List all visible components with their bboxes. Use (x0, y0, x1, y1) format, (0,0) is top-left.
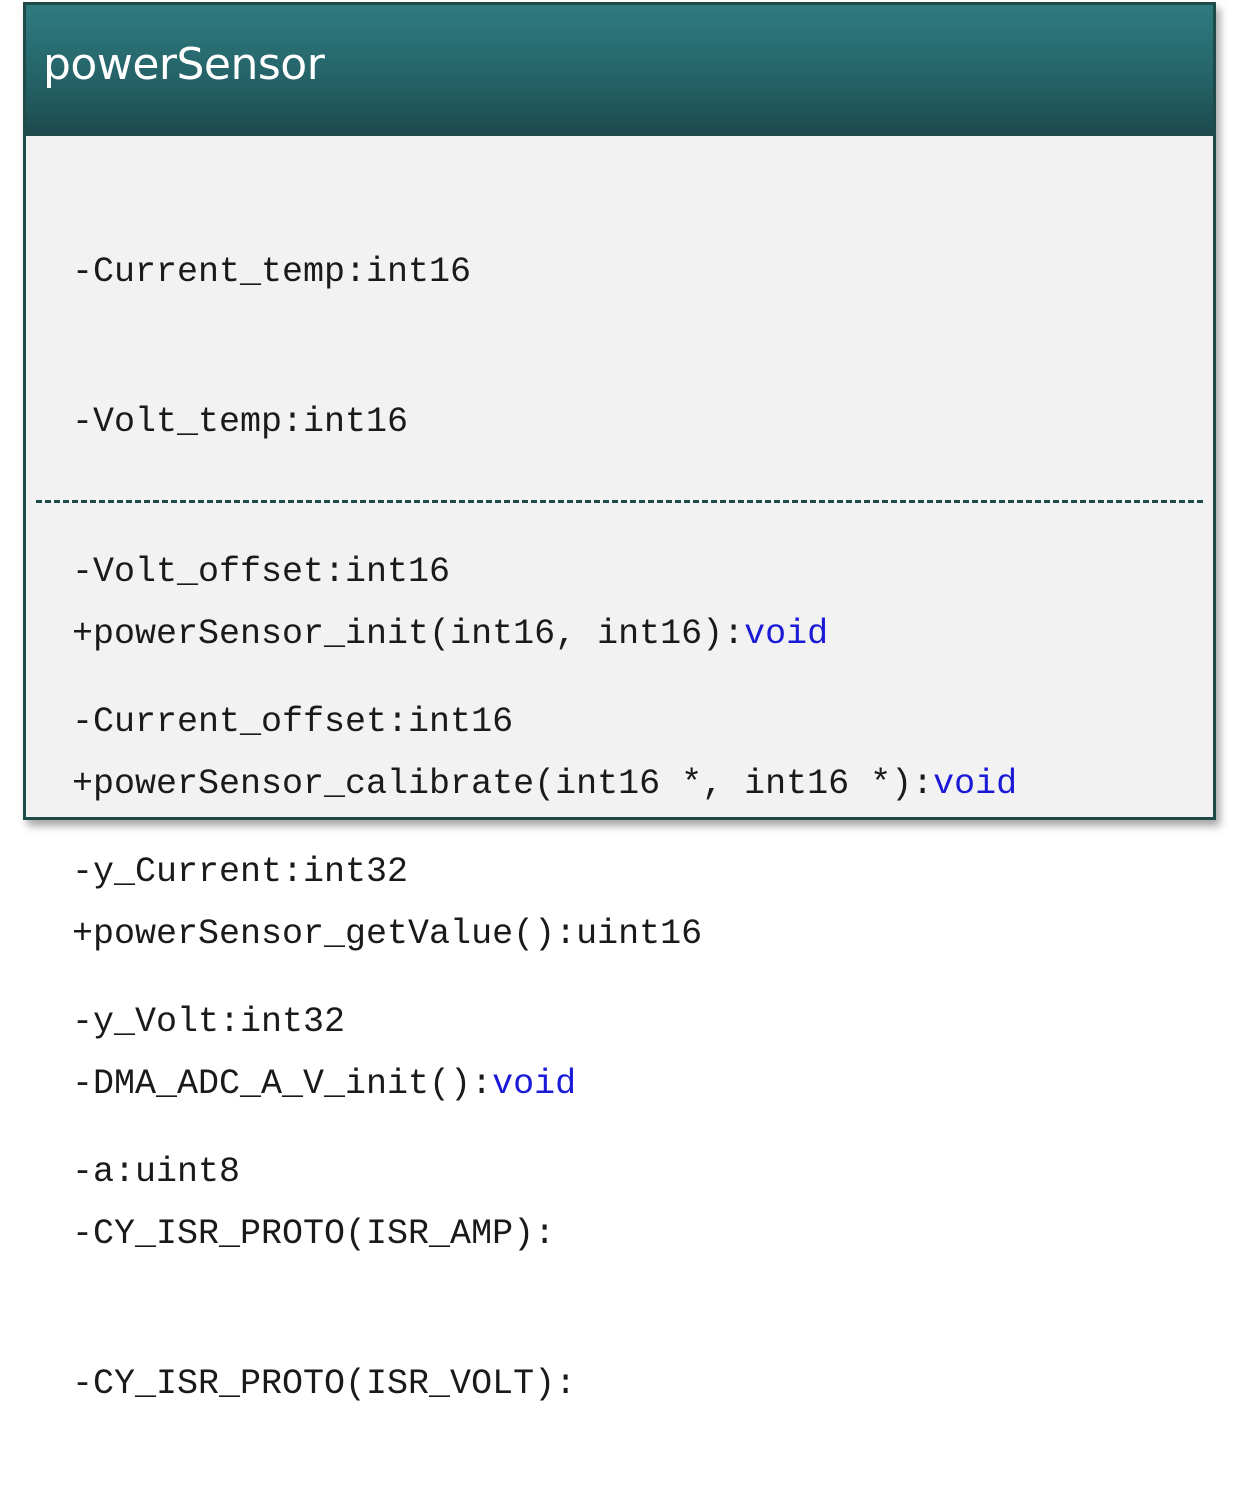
attribute: -Current_temp:int16 (72, 252, 472, 292)
operation: -CY_ISR_PROTO(ISR_VOLT): (72, 1359, 1203, 1409)
operation: +powerSensor_init(int16, int16):void (72, 609, 1203, 659)
uml-class-box: powerSensor -Current_temp:int16 -Volt_te… (23, 2, 1216, 1404)
return-type: void (744, 614, 829, 654)
operation-signature: -CY_ISR_PROTO(ISR_AMP): (72, 1214, 556, 1254)
attribute: -Volt_temp:int16 (72, 402, 409, 442)
operation-signature: +powerSensor_init(int16, int16): (72, 614, 745, 654)
operation-signature: +powerSensor_getValue():uint16 (72, 914, 703, 954)
operation: -CY_ISR_PROTO(ISR_AMP): (72, 1209, 1203, 1259)
operation-signature: -DMA_ADC_A_V_init(): (72, 1064, 493, 1104)
class-name: powerSensor (43, 39, 325, 90)
operation: +powerSensor_calibrate(int16 *, int16 *)… (72, 759, 1203, 809)
operation: +powerSensor_getValue():uint16 (72, 909, 1203, 959)
return-type: void (933, 764, 1018, 804)
class-header: powerSensor (26, 5, 1213, 136)
compartment-divider (36, 500, 1203, 503)
operations-compartment: +powerSensor_init(int16, int16):void +po… (72, 509, 1203, 1509)
operation: -DMA_ADC_A_V_init():void (72, 1059, 1203, 1109)
operation-signature: -CY_ISR_PROTO(ISR_VOLT): (72, 1364, 577, 1404)
operation-signature: +powerSensor_calibrate(int16 *, int16 *)… (72, 764, 934, 804)
return-type: void (492, 1064, 577, 1104)
